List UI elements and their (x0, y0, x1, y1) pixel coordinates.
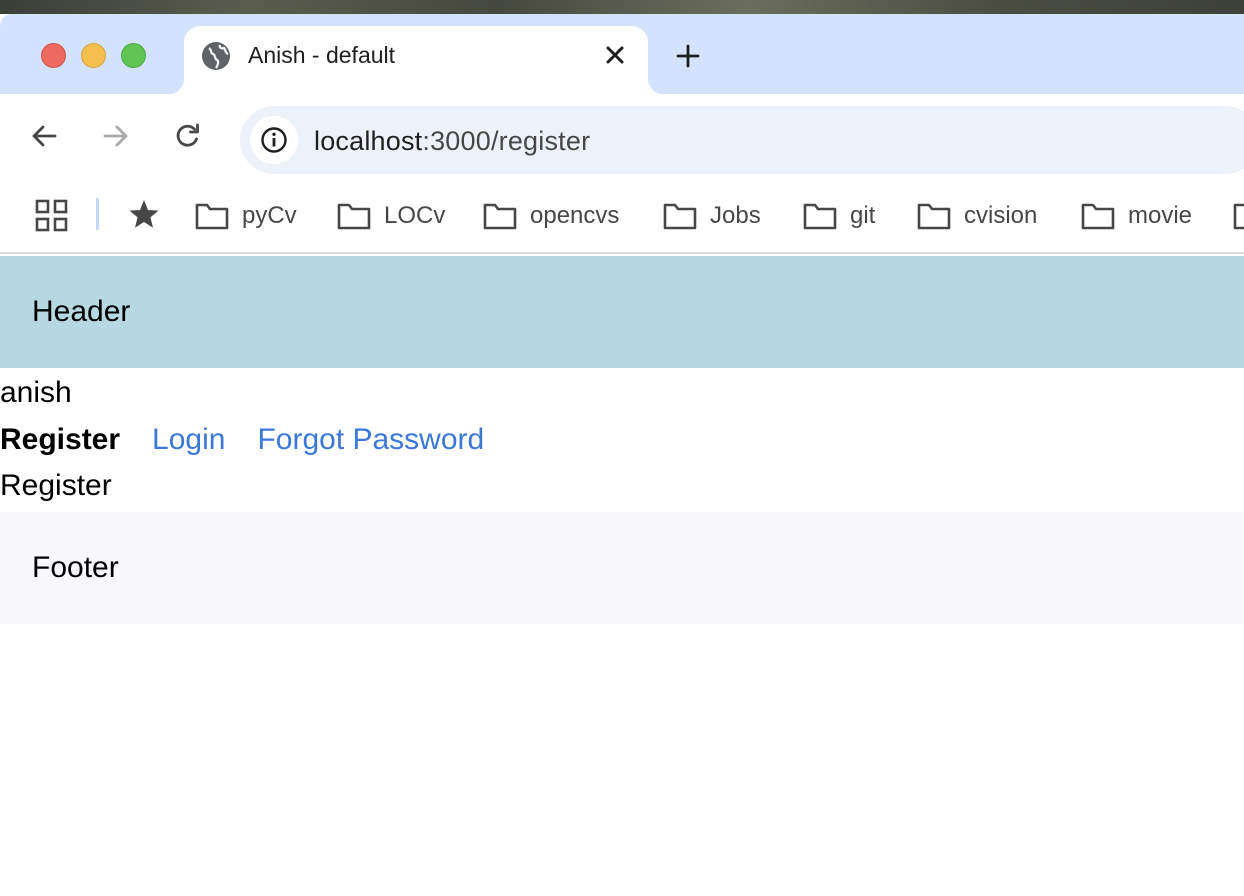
folder-icon (1233, 203, 1244, 230)
site-info-button[interactable] (250, 116, 298, 164)
new-tab-button[interactable] (666, 36, 710, 76)
bookmark-folder[interactable]: LOCv (336, 198, 445, 234)
url-path: :3000/register (422, 126, 591, 156)
plus-icon (676, 44, 700, 68)
folder-icon (803, 203, 837, 230)
bookmark-label: cvision (964, 202, 1038, 229)
nav-register-active[interactable]: Register (0, 423, 120, 457)
bookmark-folder[interactable]: cvision (916, 198, 1037, 234)
bookmark-label: git (850, 202, 876, 229)
bookmark-folder[interactable]: movie (1080, 198, 1192, 234)
folder-icon (917, 203, 951, 230)
header-label: Header (32, 295, 131, 328)
bookmarks-bar: pyCv LOCv opencvs Jobs git cvision movie (0, 178, 1244, 254)
url-text: localhost:3000/register (314, 126, 590, 157)
reload-icon (176, 123, 199, 147)
close-icon (606, 46, 624, 64)
reload-button[interactable] (168, 116, 208, 156)
folder-icon (1081, 203, 1115, 230)
close-window-button[interactable] (41, 43, 66, 68)
bookmark-label: opencvs (530, 202, 620, 229)
bookmark-folder[interactable]: opencvs (482, 198, 619, 234)
tab-strip: Anish - default (0, 14, 1244, 94)
star-icon[interactable] (126, 196, 162, 232)
folder-icon (483, 203, 517, 230)
bookmark-label: pyCv (242, 202, 297, 229)
bookmark-label: LOCv (384, 202, 446, 229)
folder-icon (337, 203, 371, 230)
arrow-right-icon (103, 125, 128, 147)
bookmark-label: Jobs (710, 202, 761, 229)
maximize-window-button[interactable] (121, 43, 146, 68)
bookmark-folder-overflow[interactable] (1232, 198, 1244, 234)
username: anish (0, 376, 72, 409)
nav-forgot-password-link[interactable]: Forgot Password (257, 423, 484, 457)
tab-close-button[interactable] (598, 38, 632, 72)
page-viewport: Header anish Register Login Forgot Passw… (0, 256, 1244, 896)
auth-nav: Register Login Forgot Password (0, 416, 1244, 464)
folder-icon (663, 203, 697, 230)
page-footer: Footer (0, 512, 1244, 624)
address-bar[interactable]: localhost:3000/register (240, 106, 1244, 174)
arrow-left-icon (32, 125, 57, 147)
bookmark-label: movie (1128, 202, 1193, 229)
browser-toolbar: localhost:3000/register (0, 94, 1244, 178)
folder-icon (195, 203, 229, 230)
url-host: localhost (314, 126, 423, 156)
bookmark-folder[interactable]: git (802, 198, 875, 234)
desktop-background (0, 0, 1244, 14)
forward-button[interactable] (96, 116, 136, 156)
nav-login-link[interactable]: Login (152, 423, 225, 457)
apps-grid-icon[interactable] (34, 198, 70, 234)
globe-icon (202, 42, 230, 70)
back-button[interactable] (24, 116, 64, 156)
browser-tab[interactable]: Anish - default (168, 26, 664, 94)
minimize-window-button[interactable] (81, 43, 106, 68)
info-icon (261, 127, 287, 153)
footer-label: Footer (32, 551, 119, 584)
tab-title: Anish - default (248, 42, 396, 68)
page-header: Header (0, 256, 1244, 368)
bookmark-folder[interactable]: Jobs (662, 198, 761, 234)
page-content: Register (0, 469, 112, 502)
bookmarks-separator (96, 198, 99, 230)
bookmark-folder[interactable]: pyCv (194, 198, 297, 234)
